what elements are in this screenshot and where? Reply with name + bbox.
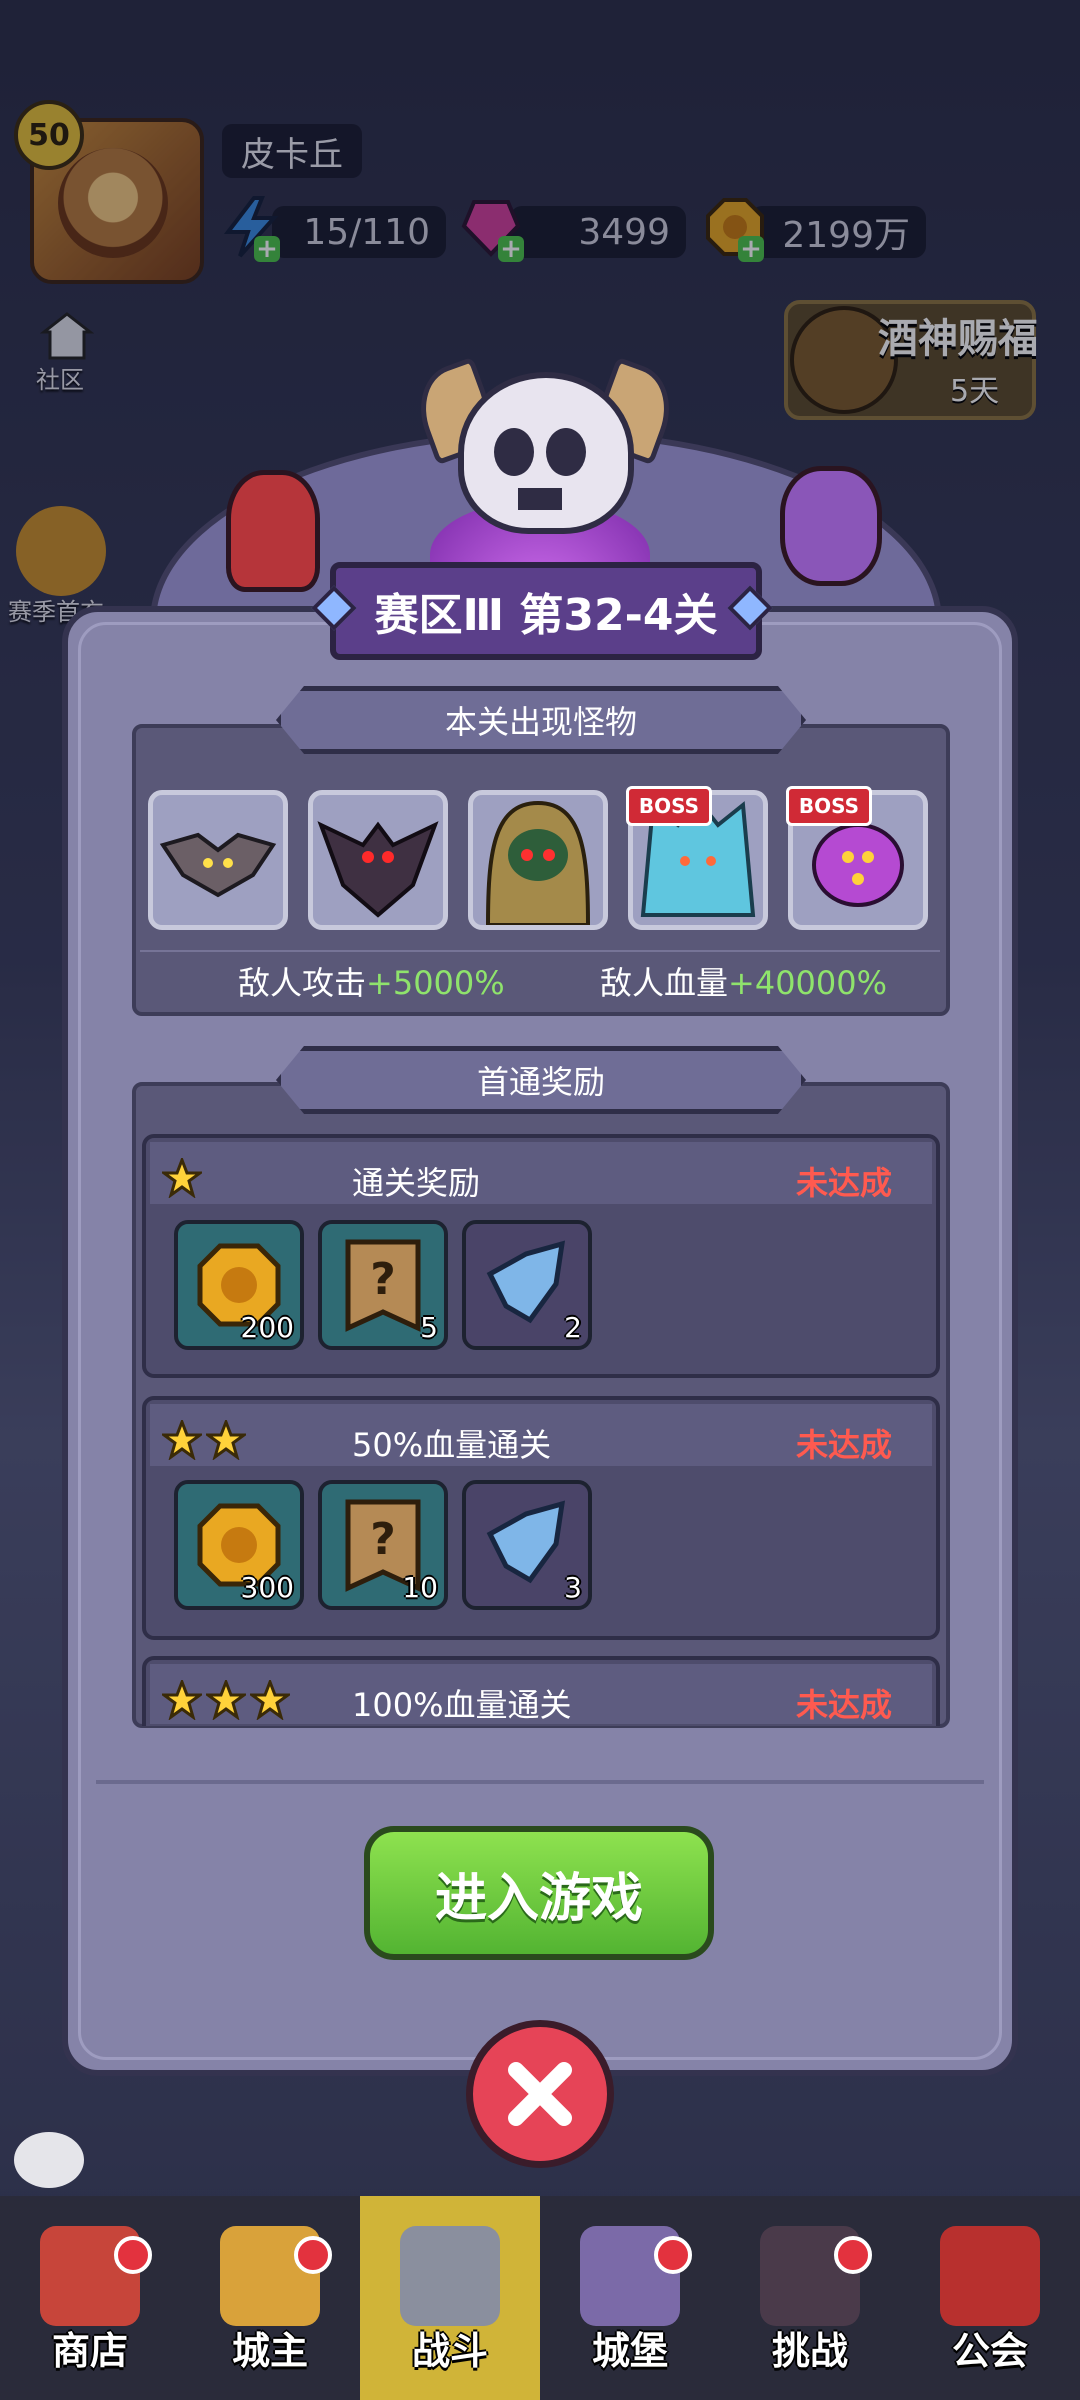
nav-castle-badge [654,2236,692,2274]
star-icon [203,1417,249,1461]
reward-tier-1-title: 通关奖励 [352,1164,481,1202]
nav-guild-label: 公会 [951,2329,1028,2373]
monster-hooded-cultist[interactable] [468,790,608,930]
nav-challenge-label: 挑战 [771,2329,848,2373]
boss-tag-ice-golem: BOSS [626,786,712,826]
rewards-section-header: 首通奖励 [276,1046,806,1114]
enemy-hp-stat: 敌人血量+40000% [600,958,887,1004]
nav-shop[interactable]: 商店 [0,2196,180,2400]
close-button[interactable] [466,2020,614,2168]
reward-qty: 10 [402,1571,438,1604]
reward-tier-3-title: 100%血量通关 [352,1686,572,1724]
skull-emblem [458,372,634,534]
chat-icon[interactable] [14,2132,84,2188]
svg-text:?: ? [370,1254,396,1305]
reward-crystal[interactable]: 3 [462,1480,592,1610]
svg-text:?: ? [370,1514,396,1565]
reward-qty: 2 [564,1311,582,1344]
nav-castle-label: 城堡 [591,2329,668,2373]
enemy-hp-value: +40000% [728,964,888,1002]
reward-crystal[interactable]: 2 [462,1220,592,1350]
nav-lord-badge [294,2236,332,2274]
reward-tier-1-status: 未达成 [796,1164,893,1202]
reward-qty: 200 [240,1311,294,1344]
boss-tag-spider: BOSS [786,786,872,826]
nav-castle[interactable]: 城堡 [540,2196,720,2400]
reward-tier-3-status: 未达成 [796,1686,893,1724]
monster-demon[interactable] [308,790,448,930]
guild-banner-icon [940,2226,1040,2326]
nav-shop-badge [114,2236,152,2274]
reward-mystery-scroll[interactable]: ? 10 [318,1480,448,1610]
enemy-attack-value: +5000% [366,964,505,1002]
nav-lord-label: 城主 [231,2329,308,2373]
crossed-swords-icon [400,2226,500,2326]
close-icon [508,2062,572,2126]
reward-gold-coin[interactable]: 200 [174,1220,304,1350]
nav-guild[interactable]: 公会 [900,2196,1080,2400]
enemy-attack-stat: 敌人攻击+5000% [238,958,505,1004]
star-icon [159,1155,205,1199]
reward-mystery-scroll[interactable]: ? 5 [318,1220,448,1350]
nav-battle-label: 战斗 [411,2329,488,2373]
nav-battle[interactable]: 战斗 [360,2196,540,2400]
reward-qty: 5 [420,1311,438,1344]
star-icon [247,1677,293,1721]
reward-qty: 3 [564,1571,582,1604]
reward-gold-coin[interactable]: 300 [174,1480,304,1610]
star-icon [159,1677,205,1721]
monsters-divider [140,950,940,952]
reward-tier-2-status: 未达成 [796,1426,893,1464]
nav-challenge-badge [834,2236,872,2274]
stage-title: 赛区Ⅲ 第32-4关 [330,562,762,660]
nav-lord[interactable]: 城主 [180,2196,360,2400]
star-icon [203,1677,249,1721]
nav-challenge[interactable]: 挑战 [720,2196,900,2400]
dialog-divider [96,1780,984,1784]
reward-tier-2-title: 50%血量通关 [352,1426,552,1464]
reward-qty: 300 [240,1571,294,1604]
enemy-hp-label: 敌人血量 [600,964,729,1002]
hooded-hero-figure [226,470,320,592]
enter-game-button[interactable]: 进入游戏 [364,1826,714,1960]
nav-shop-label: 商店 [51,2329,128,2373]
monster-bat[interactable] [148,790,288,930]
star-icon [159,1417,205,1461]
enemy-attack-label: 敌人攻击 [238,964,367,1002]
monsters-section-header: 本关出现怪物 [276,686,806,754]
goblin-hero-figure [780,466,882,586]
